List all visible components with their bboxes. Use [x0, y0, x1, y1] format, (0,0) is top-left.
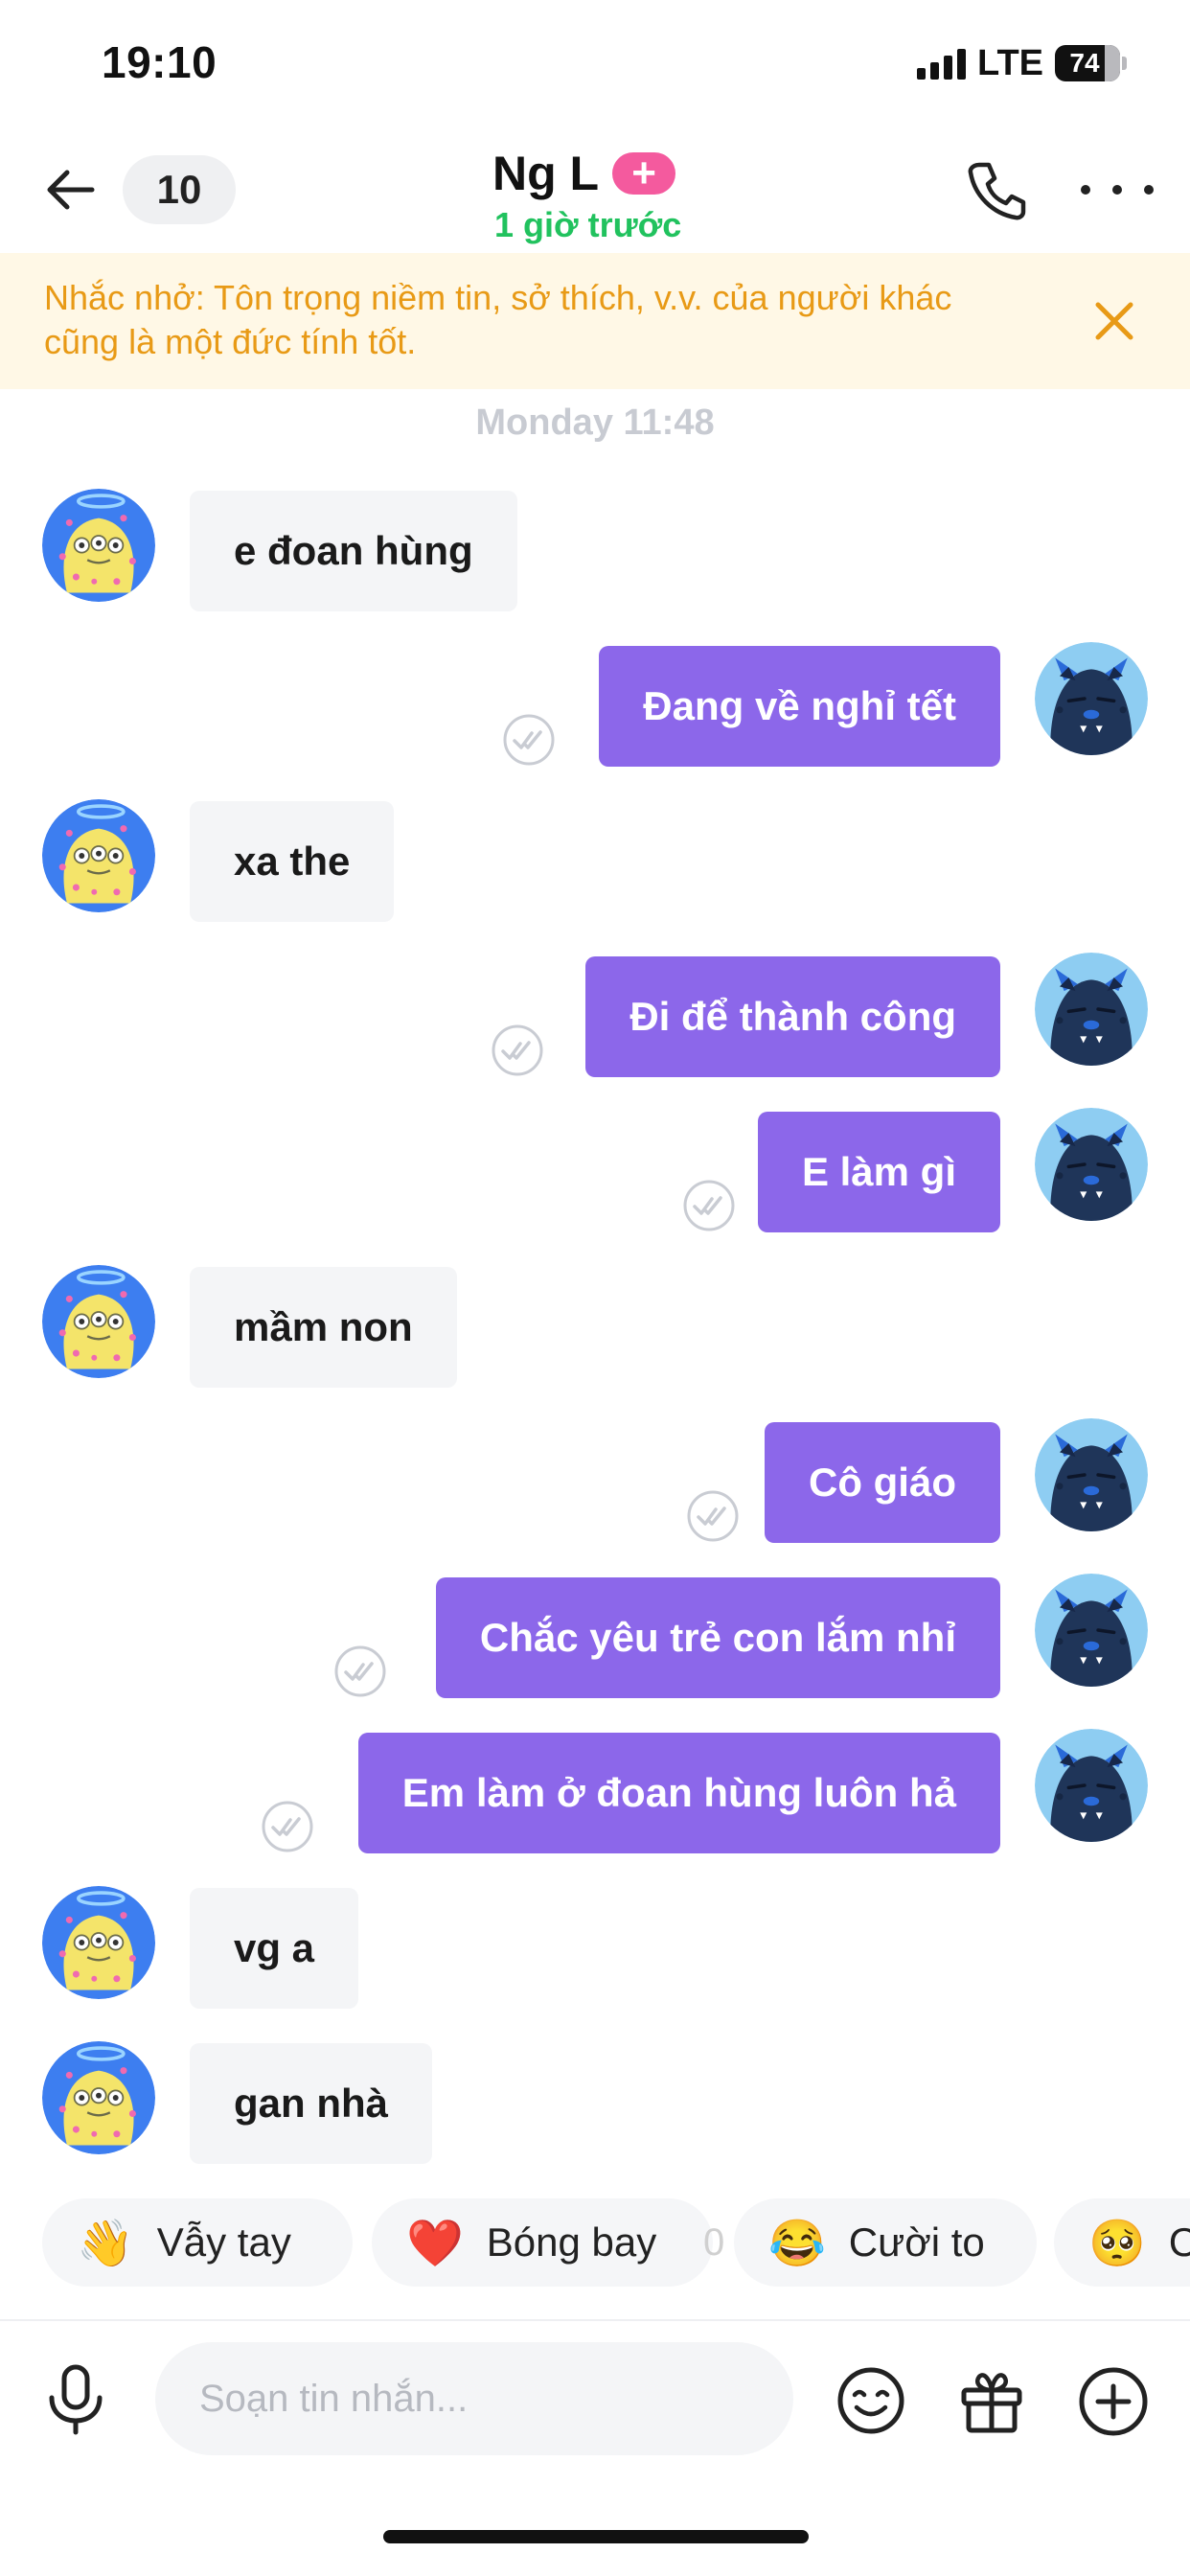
reaction-label: Bóng bay: [486, 2220, 657, 2265]
contact-avatar[interactable]: [42, 489, 155, 602]
contact-avatar[interactable]: [42, 1886, 155, 1999]
reminder-banner: Nhắc nhở: Tôn trọng niềm tin, sở thích, …: [0, 253, 1190, 389]
double-check-icon: [682, 1179, 736, 1232]
plus-circle-icon: [1079, 2367, 1148, 2436]
outgoing-message[interactable]: E làm gì: [757, 1112, 1000, 1232]
double-check-icon: [686, 1489, 740, 1543]
add-attachment-button[interactable]: [1077, 2365, 1150, 2438]
double-check-icon: [491, 1024, 544, 1077]
composer-divider: [0, 2319, 1190, 2321]
more-options-button[interactable]: [1081, 167, 1154, 213]
smiley-icon: [837, 2367, 904, 2434]
incoming-message[interactable]: e đoan hùng: [190, 491, 517, 611]
message-input[interactable]: [155, 2342, 793, 2455]
my-avatar[interactable]: [1035, 1729, 1148, 1842]
network-type: LTE: [977, 42, 1043, 83]
reaction-label: Cười to: [848, 2220, 985, 2265]
battery-level: 74: [1069, 48, 1100, 78]
laughing-face-icon: 😂: [768, 2218, 826, 2269]
reaction-laugh-button[interactable]: 😂 Cười to: [734, 2198, 1037, 2287]
double-check-icon: [333, 1644, 387, 1698]
home-indicator: [383, 2530, 809, 2543]
outgoing-message[interactable]: Đi để thành công: [585, 956, 1000, 1077]
reaction-overflow-glyph: 0: [703, 2221, 725, 2264]
my-avatar[interactable]: [1035, 953, 1148, 1066]
contact-avatar[interactable]: [42, 799, 155, 912]
cellular-signal-icon: [917, 47, 967, 80]
microphone-icon: [49, 2364, 103, 2435]
contact-avatar[interactable]: [42, 2041, 155, 2154]
pleading-face-icon: 🥺: [1088, 2218, 1146, 2269]
unread-count-badge[interactable]: 10: [123, 155, 236, 224]
my-avatar[interactable]: [1035, 1108, 1148, 1221]
my-avatar[interactable]: [1035, 1574, 1148, 1687]
gift-button[interactable]: [956, 2365, 1027, 2436]
contact-avatar[interactable]: [42, 1265, 155, 1378]
double-check-icon: [261, 1800, 314, 1853]
my-avatar[interactable]: [1035, 642, 1148, 755]
reaction-pleading-button[interactable]: 🥺 C: [1054, 2198, 1190, 2287]
battery-icon: 74: [1055, 45, 1127, 81]
reaction-balloon-button[interactable]: ❤️ Bóng bay: [372, 2198, 713, 2287]
contact-title[interactable]: Ng L +: [492, 146, 676, 201]
outgoing-message[interactable]: Cô giáo: [765, 1422, 1000, 1543]
voice-message-button[interactable]: [44, 2363, 107, 2436]
back-button[interactable]: [40, 159, 102, 220]
last-seen-status: 1 giờ trước: [494, 205, 682, 244]
reaction-wave-button[interactable]: 👋 Vẫy tay: [42, 2198, 353, 2287]
incoming-message[interactable]: gan nhà: [190, 2043, 433, 2164]
incoming-message[interactable]: xa the: [190, 801, 395, 922]
double-check-icon: [502, 713, 556, 767]
incoming-message[interactable]: mầm non: [190, 1267, 457, 1388]
gift-icon: [961, 2373, 1022, 2433]
plus-badge: +: [612, 152, 676, 195]
waving-hand-icon: 👋: [77, 2218, 134, 2269]
incoming-message[interactable]: vg a: [190, 1888, 359, 2009]
outgoing-message[interactable]: Đang về nghỉ tết: [599, 646, 1000, 767]
reaction-label: Vẫy tay: [156, 2220, 291, 2265]
status-indicators: LTE 74: [917, 40, 1127, 86]
reminder-text: Nhắc nhở: Tôn trọng niềm tin, sở thích, …: [44, 278, 952, 361]
phone-icon: [968, 162, 1026, 220]
heart-icon: ❤️: [406, 2218, 464, 2269]
contact-name: Ng L: [492, 147, 600, 200]
reminder-close-button[interactable]: [1088, 295, 1140, 347]
date-separator: Monday 11:48: [475, 402, 715, 443]
reaction-label: C: [1168, 2220, 1190, 2265]
more-horizontal-icon: [1081, 185, 1090, 195]
close-icon: [1095, 302, 1133, 340]
my-avatar[interactable]: [1035, 1418, 1148, 1531]
outgoing-message[interactable]: Em làm ở đoan hùng luôn hả: [357, 1733, 1000, 1853]
arrow-left-icon: [47, 170, 95, 210]
outgoing-message[interactable]: Chắc yêu trẻ con lắm nhỉ: [435, 1577, 1000, 1698]
emoji-button[interactable]: [835, 2365, 906, 2436]
status-time: 19:10: [102, 37, 217, 87]
call-button[interactable]: [964, 157, 1031, 224]
